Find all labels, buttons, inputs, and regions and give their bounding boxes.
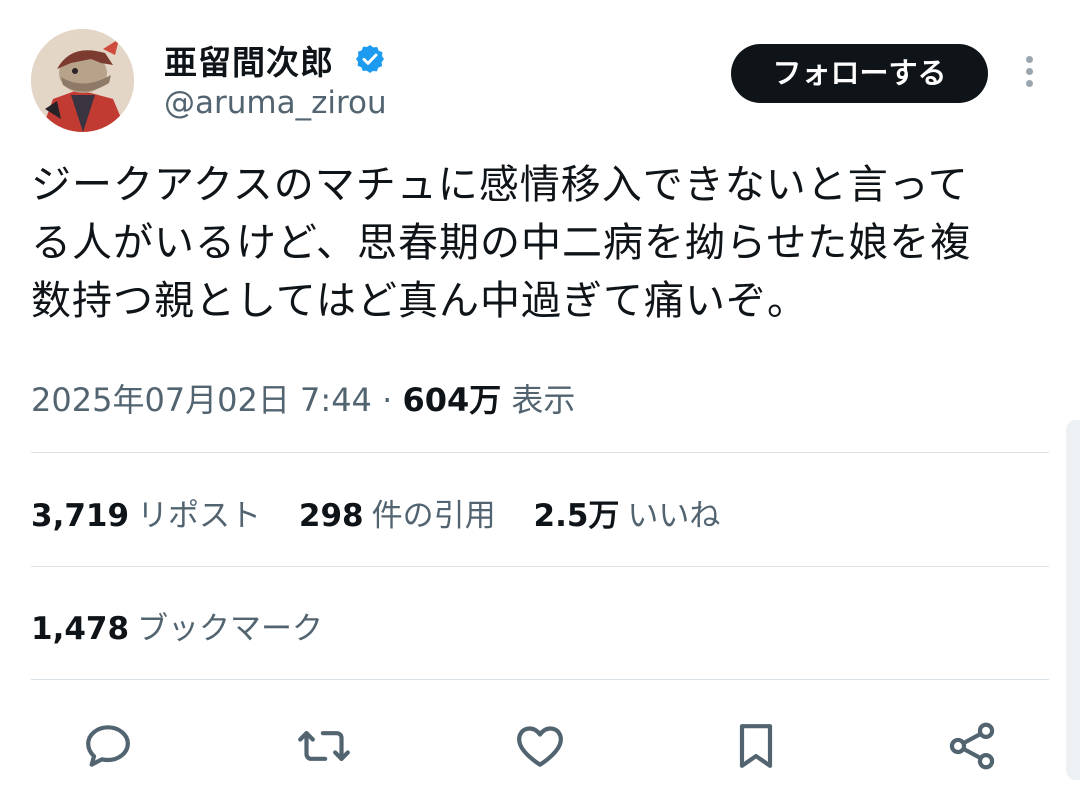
verified-badge-icon [356,45,384,73]
reply-icon[interactable] [80,718,136,774]
likes-stat[interactable]: 2.5万 いいね [534,498,721,534]
tweet-timestamp[interactable]: 2025年07月02日 7:44 [31,381,372,419]
user-handle[interactable]: @aruma_zirou [164,85,387,121]
tweet-meta: 2025年07月02日 7:44 · 604万 表示 [31,375,575,421]
reposts-count: 3,719 [31,498,130,534]
views-count: 604万 [402,381,502,419]
quotes-count: 298 [298,498,364,534]
divider [31,679,1049,680]
divider [31,566,1049,567]
bookmark-icon[interactable] [728,718,784,774]
repost-icon[interactable] [296,718,352,774]
tweet-text: ジークアクスのマチュに感情移入できないと言って る人がいるけど、思春期の中二病を… [31,156,1061,330]
quotes-label: 件の引用 [371,498,496,534]
views-label: 表示 [511,381,576,419]
bookmarks-count: 1,478 [31,611,130,647]
reposts-label: リポスト [137,498,262,534]
user-avatar[interactable] [31,29,134,132]
quotes-stat[interactable]: 298 件の引用 [299,498,496,534]
tweet-text-line: 数持つ親としてはど真ん中過ぎて痛いぞ。 [31,278,808,324]
like-icon[interactable] [512,718,568,774]
bookmarks-label: ブックマーク [137,611,324,647]
tweet-header: 亜留間次郎 @aruma_zirou フォローする [0,0,1080,150]
scrollbar[interactable] [1066,420,1080,780]
reposts-stat[interactable]: 3,719 リポスト [31,498,261,534]
tweet-text-line: ジークアクスのマチュに感情移入できないと言って [31,162,969,208]
follow-button[interactable]: フォローする [731,44,988,103]
engagement-stats: 3,719 リポスト 298 件の引用 2.5万 いいね [31,490,748,535]
display-name[interactable]: 亜留間次郎 [164,36,334,84]
avatar-illustration [31,29,134,132]
tweet-text-line: る人がいるけど、思春期の中二病を拗らせた娘を複 [31,220,972,266]
action-bar [0,708,1080,778]
meta-separator: · [382,381,393,419]
more-vertical-icon[interactable] [1016,52,1042,96]
share-icon[interactable] [944,718,1000,774]
divider [31,452,1049,453]
bookmarks-stat[interactable]: 1,478 ブックマーク [31,603,323,648]
likes-label: いいね [627,498,721,534]
likes-count: 2.5万 [533,498,620,534]
